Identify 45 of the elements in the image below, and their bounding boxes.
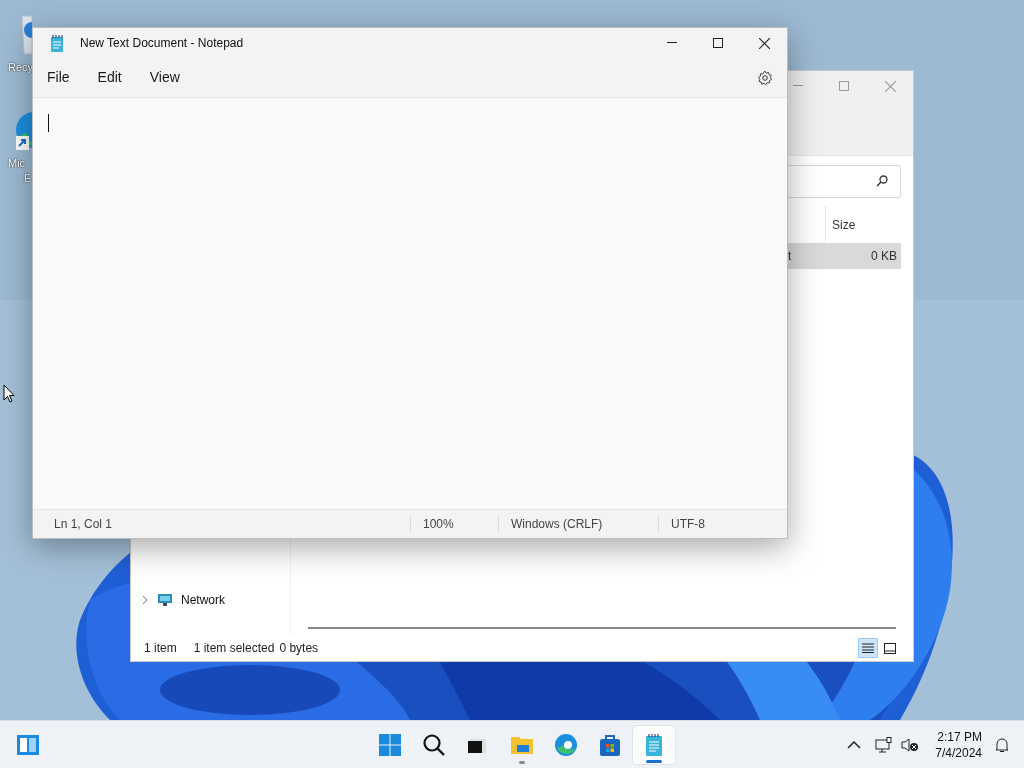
network-icon[interactable]: [875, 736, 894, 753]
close-icon: [758, 37, 770, 49]
menu-item[interactable]: Edit: [87, 62, 132, 93]
status-text: 1 item: [144, 640, 177, 657]
menu-item[interactable]: View: [139, 62, 190, 93]
desktop-icon-label: E: [24, 171, 32, 186]
clock[interactable]: 2:17 PM 7/4/2024: [935, 728, 982, 761]
notification-bell-icon[interactable]: [994, 736, 1010, 753]
settings-icon[interactable]: [757, 69, 773, 86]
text-caret: [48, 114, 49, 132]
search-icon: [876, 175, 888, 187]
list-view-icon: [862, 643, 874, 653]
network-icon: [157, 593, 173, 607]
status-text: Ln 1, Col 1: [53, 516, 114, 533]
status-text: 1 item selected: [193, 640, 275, 657]
status-text: UTF-8: [658, 515, 705, 533]
status-text: Windows (CRLF): [498, 515, 658, 533]
tiles-view-icon: [884, 642, 896, 654]
windows-logo-icon: [378, 732, 402, 757]
notepad-icon: [50, 34, 64, 52]
file-row[interactable]: t 0 KB: [788, 243, 901, 269]
chevron-up-icon[interactable]: [847, 740, 862, 749]
muted-speaker-icon[interactable]: [901, 736, 920, 753]
search-icon: [422, 732, 446, 757]
running-indicator: [646, 759, 662, 763]
maximize-icon: [839, 81, 849, 91]
horizontal-scrollbar[interactable]: [308, 627, 896, 629]
running-indicator: [519, 760, 525, 764]
close-icon: [884, 80, 896, 92]
mouse-pointer-icon: [3, 384, 15, 403]
widgets-icon[interactable]: [16, 733, 40, 756]
window-title: New Text Document - Notepad: [80, 35, 244, 52]
status-text: 100%: [410, 515, 498, 533]
maximize-icon: [713, 38, 723, 48]
details-view-button[interactable]: [858, 638, 878, 658]
desktop-icon-label: Recy: [8, 60, 34, 75]
status-text: 0 bytes: [279, 640, 319, 657]
desktop-icon-label: Mic: [8, 156, 26, 171]
menu-item[interactable]: File: [37, 62, 80, 93]
nav-item[interactable]: Network: [131, 590, 290, 610]
minimize-icon: [667, 42, 677, 44]
chevron-icon[interactable]: [141, 595, 149, 605]
store-icon: [598, 732, 622, 757]
browser-icon: [554, 732, 578, 757]
minimize-icon: [793, 85, 803, 87]
